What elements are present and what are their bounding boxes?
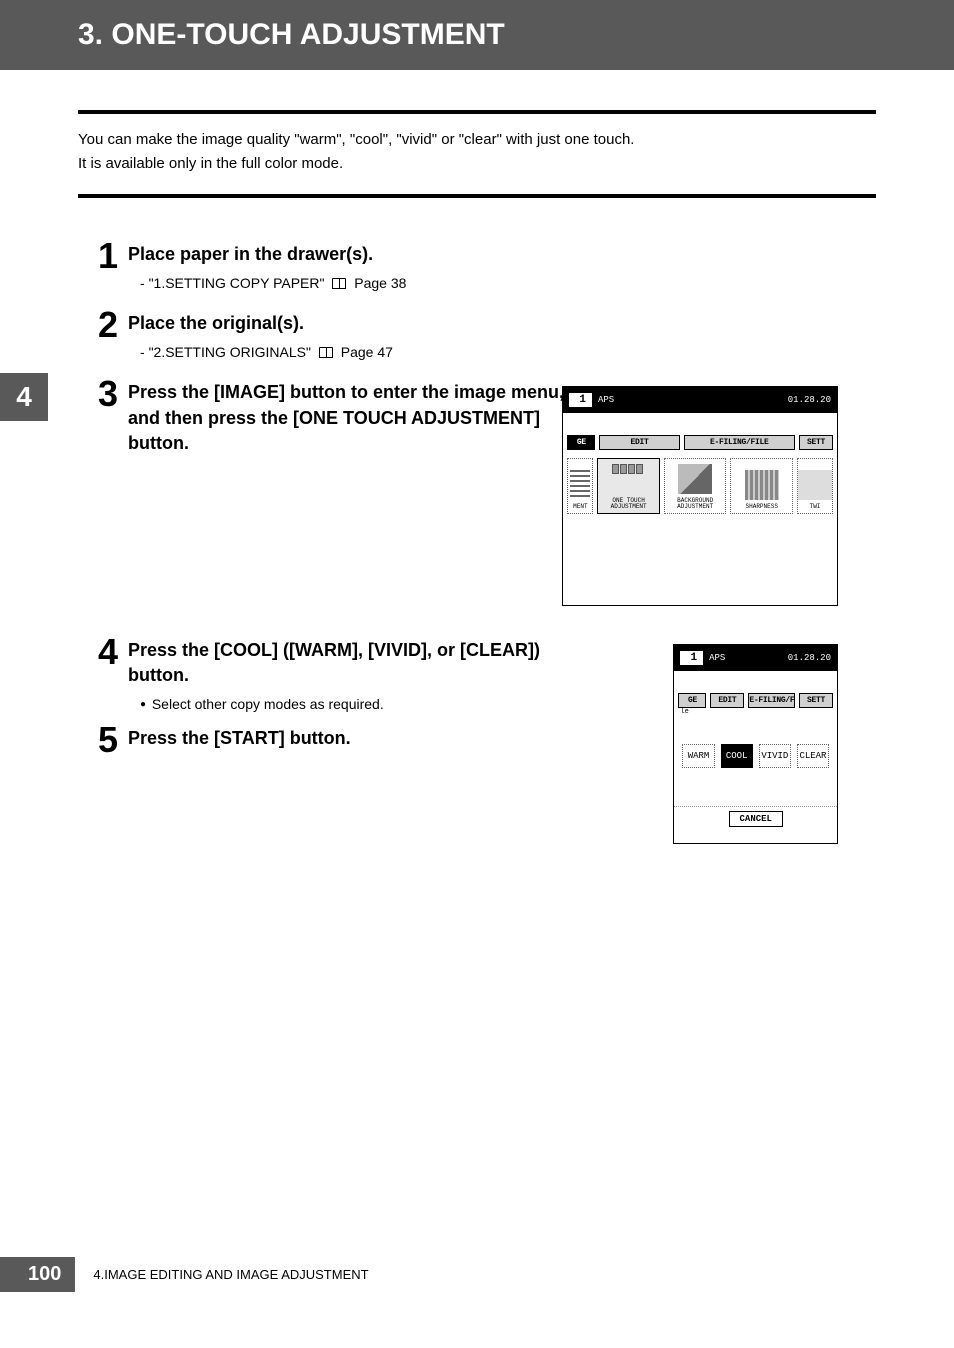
lcd-screenshot-mode-select: 1 APS 01.28.20 GE EDIT E-FILING/FILE SET…: [673, 644, 838, 844]
cancel-row: CANCEL: [674, 806, 837, 827]
step-number: 1: [78, 238, 118, 297]
mode-buttons-row: WARM COOL VIVID CLEAR: [674, 716, 837, 776]
background-icon: [678, 464, 712, 494]
step-title: Place paper in the drawer(s).: [128, 242, 876, 267]
squares-icon: [612, 464, 646, 494]
icon-btn-cut-right[interactable]: TWI: [797, 458, 833, 514]
step-bullet: Select other copy modes as required.: [140, 696, 568, 712]
chapter-side-tab: 4: [0, 373, 48, 421]
tab-image-cut[interactable]: GE: [678, 693, 706, 708]
clear-button[interactable]: CLEAR: [797, 744, 829, 768]
lines-icon: [570, 470, 590, 500]
sharpness-button[interactable]: SHARPNESS: [730, 458, 793, 514]
sharpness-icon: [745, 470, 779, 500]
tab-settings-cut[interactable]: SETT: [799, 435, 833, 450]
step-title: Press the [COOL] ([WARM], [VIVID], or [C…: [128, 638, 568, 688]
page-footer: 100 4.IMAGE EDITING AND IMAGE ADJUSTMENT: [0, 1257, 369, 1292]
lcd-icon-row: MENT ONE TOUCH ADJUSTMENT BACKGROUND ADJ…: [563, 450, 837, 522]
footer-chapter: 4.IMAGE EDITING AND IMAGE ADJUSTMENT: [93, 1267, 368, 1282]
tab-image-cut[interactable]: GE: [567, 435, 595, 450]
lcd-screenshot-image-menu: 1 APS 01.28.20 GE EDIT E-FILING/FILE SET…: [562, 386, 838, 606]
sub-label: le: [674, 708, 837, 716]
step-title: Press the [IMAGE] button to enter the im…: [128, 380, 568, 456]
cancel-button[interactable]: CANCEL: [729, 811, 783, 827]
background-adjustment-button[interactable]: BACKGROUND ADJUSTMENT: [664, 458, 727, 514]
tab-efiling[interactable]: E-FILING/FILE: [684, 435, 795, 450]
icon-btn-cut-left[interactable]: MENT: [567, 458, 593, 514]
step-number: 3: [78, 376, 118, 464]
lcd-tabs: GE EDIT E-FILING/FILE SETT: [674, 689, 837, 708]
timestamp: 01.28.20: [788, 653, 831, 663]
intro-line-2: It is available only in the full color m…: [78, 152, 876, 176]
intro-block: You can make the image quality "warm", "…: [78, 110, 876, 198]
step-title: Place the original(s).: [128, 311, 876, 336]
lcd-tabs: GE EDIT E-FILING/FILE SETT: [563, 431, 837, 450]
step-number: 4: [78, 634, 118, 712]
copy-count: 1: [680, 651, 703, 665]
step-2: 2 Place the original(s). "2.SETTING ORIG…: [78, 307, 876, 366]
copy-count: 1: [569, 393, 592, 407]
timestamp: 01.28.20: [788, 395, 831, 405]
step-number: 5: [78, 722, 118, 759]
lcd-topbar: 1 APS 01.28.20: [563, 387, 837, 413]
tab-edit[interactable]: EDIT: [599, 435, 679, 450]
twin-icon: [798, 470, 832, 500]
vivid-button[interactable]: VIVID: [759, 744, 791, 768]
cool-button[interactable]: COOL: [721, 744, 753, 768]
book-icon: [332, 278, 346, 289]
step-reference: "1.SETTING COPY PAPER" Page 38: [140, 275, 876, 291]
intro-line-1: You can make the image quality "warm", "…: [78, 128, 876, 152]
tab-efiling[interactable]: E-FILING/FILE: [748, 693, 795, 708]
step-1: 1 Place paper in the drawer(s). "1.SETTI…: [78, 238, 876, 297]
aps-label: APS: [598, 395, 614, 405]
book-icon: [319, 347, 333, 358]
aps-label: APS: [709, 653, 725, 663]
lcd-topbar: 1 APS 01.28.20: [674, 645, 837, 671]
step-reference: "2.SETTING ORIGINALS" Page 47: [140, 344, 876, 360]
tab-edit[interactable]: EDIT: [710, 693, 744, 708]
step-number: 2: [78, 307, 118, 366]
chapter-title: 3. ONE-TOUCH ADJUSTMENT: [78, 18, 505, 51]
chapter-header: 3. ONE-TOUCH ADJUSTMENT: [0, 0, 954, 70]
one-touch-adjustment-button[interactable]: ONE TOUCH ADJUSTMENT: [597, 458, 660, 514]
warm-button[interactable]: WARM: [682, 744, 714, 768]
page-number: 100: [0, 1257, 75, 1292]
tab-settings-cut[interactable]: SETT: [799, 693, 833, 708]
